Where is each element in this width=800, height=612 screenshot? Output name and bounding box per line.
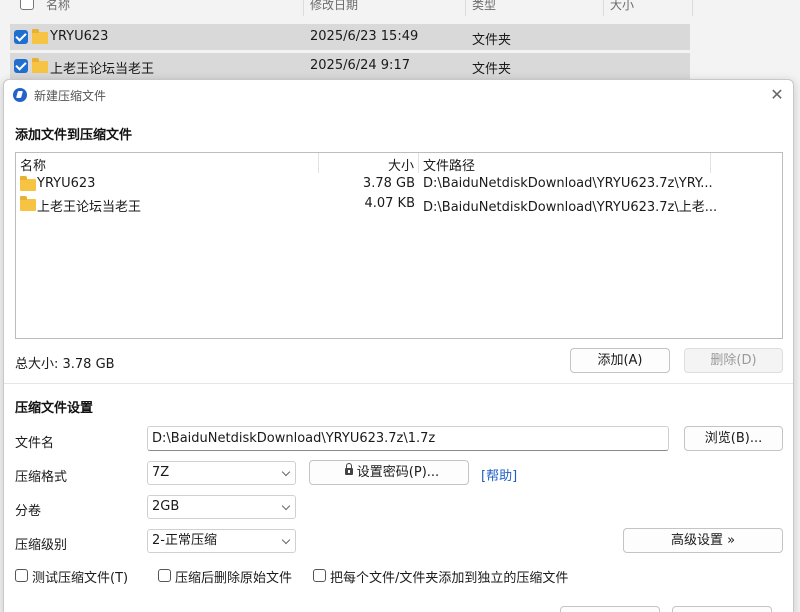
list-item[interactable]: YRYU623 3.78 GB D:\BaiduNetdiskDownload\… bbox=[16, 174, 782, 194]
chevron-down-icon bbox=[281, 535, 291, 545]
level-label: 压缩级别 bbox=[15, 538, 68, 553]
volume-value: 2GB bbox=[152, 499, 180, 514]
explorer-header: 名称 修改日期 类型 大小 bbox=[0, 0, 700, 18]
item-size: 4.07 KB bbox=[364, 196, 415, 211]
item-name: YRYU623 bbox=[37, 176, 96, 191]
folder-icon bbox=[32, 58, 48, 73]
settings-section-title: 压缩文件设置 bbox=[15, 401, 94, 416]
format-label: 压缩格式 bbox=[15, 470, 68, 485]
column-type[interactable]: 类型 bbox=[472, 0, 496, 13]
select-all-checkbox[interactable] bbox=[20, 0, 34, 10]
separate-archives-checkbox[interactable]: 把每个文件/文件夹添加到独立的压缩文件 bbox=[313, 567, 613, 586]
item-path: D:\BaiduNetdiskDownload\YRYU623.7z\上老... bbox=[423, 200, 718, 215]
column-name[interactable]: 名称 bbox=[46, 0, 70, 13]
column-size[interactable]: 大小 bbox=[610, 0, 634, 13]
format-value: 7Z bbox=[152, 465, 170, 480]
item-size: 3.78 GB bbox=[362, 176, 415, 191]
folder-icon bbox=[20, 196, 36, 211]
volume-label: 分卷 bbox=[15, 504, 42, 519]
footer-button-right[interactable] bbox=[672, 606, 772, 612]
test-archive-checkbox[interactable]: 测试压缩文件(T) bbox=[15, 567, 145, 586]
level-select[interactable]: 2-正常压缩 bbox=[147, 529, 296, 553]
footer-button-left[interactable] bbox=[560, 606, 660, 612]
add-section-title: 添加文件到压缩文件 bbox=[15, 128, 133, 143]
row-name: YRYU623 bbox=[50, 29, 109, 44]
help-link[interactable]: [帮助] bbox=[481, 465, 517, 484]
chevron-down-icon bbox=[281, 467, 291, 477]
folder-icon bbox=[20, 176, 36, 191]
set-password-button[interactable]: 设置密码(P)... bbox=[309, 460, 469, 485]
column-path[interactable]: 文件路径 bbox=[423, 155, 475, 174]
row-type: 文件夹 bbox=[472, 33, 512, 48]
set-password-label: 设置密码(P)... bbox=[356, 465, 440, 480]
dialog-titlebar[interactable]: 新建压缩文件 ✕ bbox=[4, 80, 793, 110]
total-size: 总大小: 3.78 GB bbox=[15, 357, 115, 372]
lock-icon bbox=[345, 463, 353, 475]
column-size[interactable]: 大小 bbox=[388, 155, 414, 174]
row-name: 上老王论坛当老王 bbox=[50, 62, 155, 77]
explorer-row[interactable]: YRYU623 2025/6/23 15:49 文件夹 bbox=[10, 24, 690, 50]
browse-button[interactable]: 浏览(B)... bbox=[684, 426, 783, 451]
file-list-header: 名称 大小 文件路径 bbox=[16, 153, 782, 174]
item-name: 上老王论坛当老王 bbox=[37, 200, 142, 215]
dialog-title: 新建压缩文件 bbox=[34, 89, 107, 103]
list-item[interactable]: 上老王论坛当老王 4.07 KB D:\BaiduNetdiskDownload… bbox=[16, 194, 782, 215]
chevron-down-icon bbox=[281, 501, 291, 511]
section-divider bbox=[4, 383, 793, 384]
format-select[interactable]: 7Z bbox=[147, 461, 296, 485]
row-date: 2025/6/24 9:17 bbox=[310, 58, 410, 73]
file-list[interactable]: 名称 大小 文件路径 YRYU623 3.78 GB D:\BaiduNetdi… bbox=[15, 152, 783, 339]
row-checkbox[interactable] bbox=[14, 59, 28, 73]
close-icon[interactable]: ✕ bbox=[767, 85, 787, 105]
filename-label: 文件名 bbox=[15, 436, 55, 451]
row-date: 2025/6/23 15:49 bbox=[310, 29, 419, 44]
folder-icon bbox=[32, 29, 48, 44]
filename-input[interactable]: D:\BaiduNetdiskDownload\YRYU623.7z\1.7z bbox=[147, 426, 669, 451]
level-value: 2-正常压缩 bbox=[152, 533, 217, 548]
add-button[interactable]: 添加(A) bbox=[570, 348, 670, 373]
column-date[interactable]: 修改日期 bbox=[310, 0, 358, 13]
delete-after-checkbox[interactable]: 压缩后删除原始文件 bbox=[158, 567, 308, 586]
new-archive-dialog: 新建压缩文件 ✕ 添加文件到压缩文件 名称 大小 文件路径 YRYU623 3.… bbox=[3, 79, 794, 612]
row-checkbox[interactable] bbox=[14, 30, 28, 44]
advanced-settings-button[interactable]: 高级设置 » bbox=[623, 528, 783, 553]
column-name[interactable]: 名称 bbox=[20, 155, 46, 174]
row-type: 文件夹 bbox=[472, 62, 512, 77]
item-path: D:\BaiduNetdiskDownload\YRYU623.7z\YRY..… bbox=[423, 176, 713, 191]
volume-select[interactable]: 2GB bbox=[147, 495, 296, 519]
delete-button[interactable]: 删除(D) bbox=[684, 348, 783, 373]
app-logo-icon bbox=[13, 88, 27, 102]
explorer-row[interactable]: 上老王论坛当老王 2025/6/24 9:17 文件夹 bbox=[10, 53, 690, 79]
